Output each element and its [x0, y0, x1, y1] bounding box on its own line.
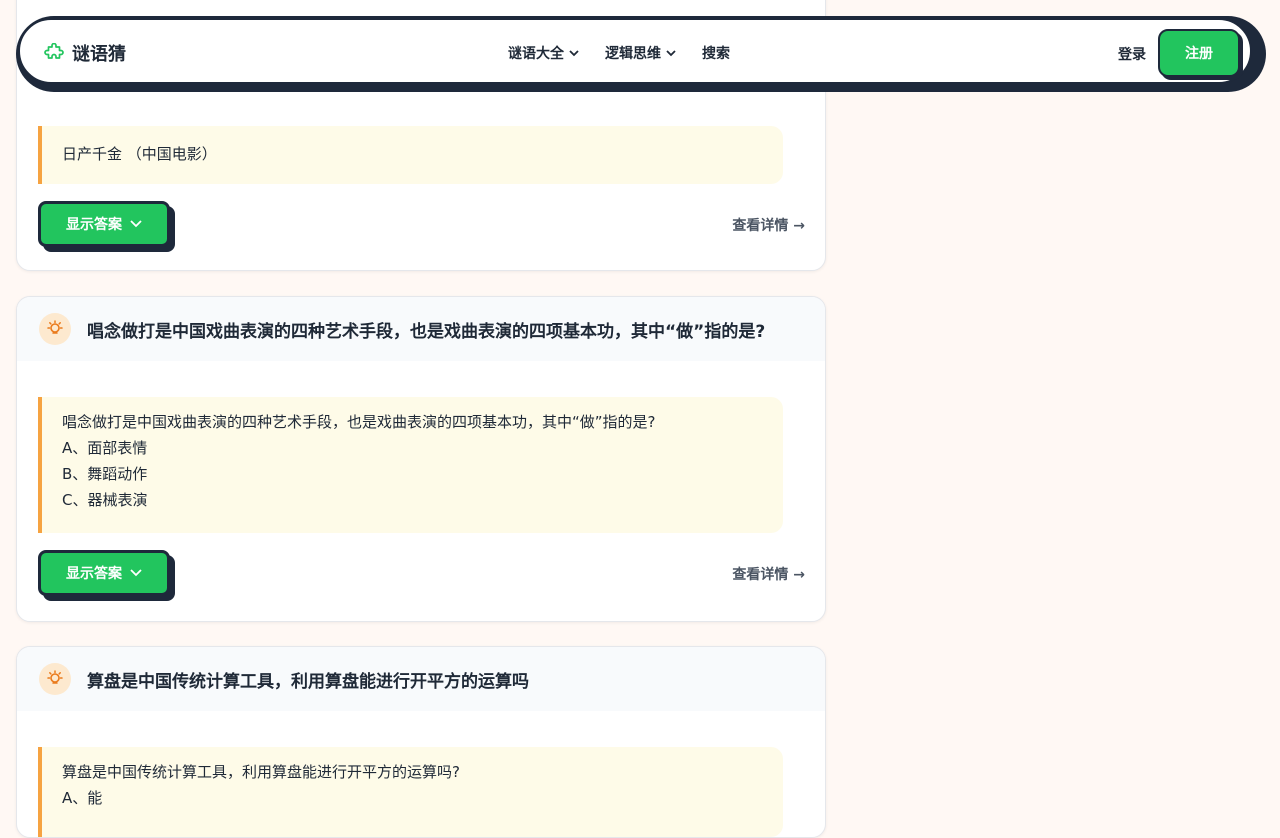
register-button[interactable]: 注册: [1158, 29, 1240, 77]
view-details-link[interactable]: 查看详情 →: [732, 215, 805, 235]
lightbulb-icon: [39, 313, 71, 345]
riddle-line: 算盘是中国传统计算工具，利用算盘能进行开平方的运算吗?: [62, 763, 460, 781]
main-menu: 谜语大全 逻辑思维 搜索: [508, 43, 730, 63]
riddle-content: 算盘是中国传统计算工具，利用算盘能进行开平方的运算吗? A、能: [38, 747, 783, 837]
menu-item-riddles[interactable]: 谜语大全: [508, 43, 579, 63]
brand-name: 谜语猜: [72, 44, 126, 65]
riddle-option: A、面部表情: [62, 439, 148, 457]
riddle-option: C、器械表演: [62, 491, 148, 509]
riddle-line: 日产千金 （中国电影）: [62, 145, 217, 163]
chevron-down-icon: [666, 49, 676, 56]
riddle-content: 唱念做打是中国戏曲表演的四种艺术手段，也是戏曲表演的四项基本功，其中“做”指的是…: [38, 397, 783, 533]
view-details-link[interactable]: 查看详情 →: [732, 564, 805, 584]
riddle-content: 日产千金 （中国电影）: [38, 126, 783, 184]
riddle-option: B、舞蹈动作: [62, 465, 148, 483]
card-header: 唱念做打是中国戏曲表演的四种艺术手段，也是戏曲表演的四项基本功，其中“做”指的是…: [17, 297, 825, 361]
navbar-panel: 谜语猜 谜语大全 逻辑思维 搜索 登录 注册: [18, 18, 1252, 84]
riddle-option: A、能: [62, 789, 103, 807]
menu-item-logic[interactable]: 逻辑思维: [605, 43, 676, 63]
puzzle-icon: [44, 43, 64, 59]
riddle-card: 算盘是中国传统计算工具，利用算盘能进行开平方的运算吗 算盘是中国传统计算工具，利…: [16, 646, 826, 838]
chevron-down-icon: [130, 569, 142, 577]
riddle-card: 唱念做打是中国戏曲表演的四种艺术手段，也是戏曲表演的四项基本功，其中“做”指的是…: [16, 296, 826, 622]
brand-logo[interactable]: 谜语猜: [44, 40, 126, 66]
login-link[interactable]: 登录: [1118, 44, 1146, 64]
lightbulb-icon: [39, 663, 71, 695]
navbar: 谜语猜 谜语大全 逻辑思维 搜索 登录 注册: [16, 16, 1266, 92]
menu-item-search[interactable]: 搜索: [702, 43, 730, 63]
show-answer-button[interactable]: 显示答案: [38, 550, 170, 596]
chevron-down-icon: [130, 220, 142, 228]
show-answer-button[interactable]: 显示答案: [38, 201, 170, 247]
card-header: 算盘是中国传统计算工具，利用算盘能进行开平方的运算吗: [17, 647, 825, 711]
chevron-down-icon: [569, 49, 579, 56]
card-title[interactable]: 唱念做打是中国戏曲表演的四种艺术手段，也是戏曲表演的四项基本功，其中“做”指的是…: [87, 317, 765, 342]
riddle-line: 唱念做打是中国戏曲表演的四种艺术手段，也是戏曲表演的四项基本功，其中“做”指的是…: [62, 413, 656, 431]
card-title[interactable]: 算盘是中国传统计算工具，利用算盘能进行开平方的运算吗: [87, 667, 529, 692]
